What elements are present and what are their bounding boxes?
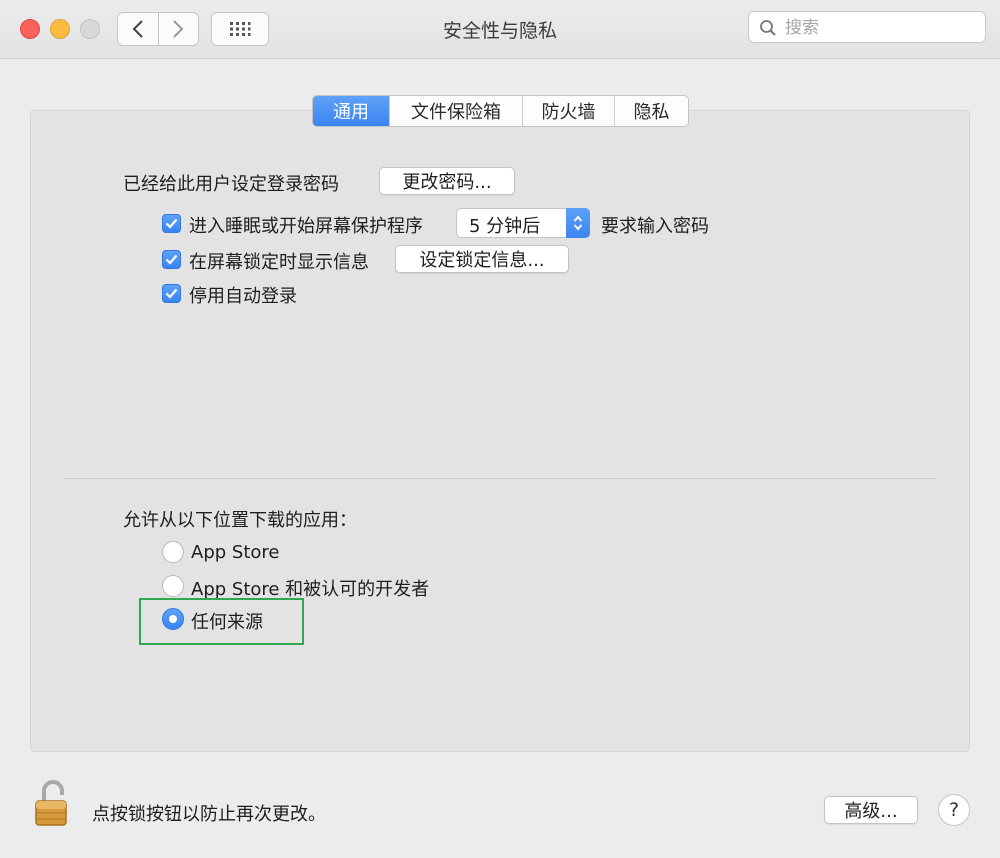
change-password-button[interactable]: 更改密码... xyxy=(379,167,515,195)
highlight-box xyxy=(139,598,304,645)
title-bar: 安全性与隐私 xyxy=(0,0,1000,59)
password-delay-value: 5 分钟后 xyxy=(469,216,541,237)
search-icon xyxy=(760,20,776,36)
close-window-button[interactable] xyxy=(20,19,40,39)
back-button[interactable] xyxy=(118,13,158,45)
downloads-label: 允许从以下位置下载的应用： xyxy=(123,510,357,531)
lock-button[interactable] xyxy=(30,778,80,828)
disable-autologin-checkbox[interactable] xyxy=(162,284,181,303)
show-lock-message-label: 在屏幕锁定时显示信息 xyxy=(189,252,369,273)
tab-firewall[interactable]: 防火墙 xyxy=(522,96,614,126)
minimize-window-button[interactable] xyxy=(50,19,70,39)
grid-icon xyxy=(230,22,251,36)
tab-filevault[interactable]: 文件保险箱 xyxy=(389,96,522,126)
show-all-button[interactable] xyxy=(211,12,269,46)
navigation-buttons xyxy=(117,12,199,46)
chevron-left-icon xyxy=(132,20,143,38)
password-delay-popup[interactable]: 5 分钟后 xyxy=(456,208,590,238)
tab-privacy[interactable]: 隐私 xyxy=(614,96,688,126)
require-password-checkbox[interactable] xyxy=(162,214,181,233)
lock-hint-text: 点按锁按钮以防止再次更改。 xyxy=(92,804,326,825)
tab-bar: 通用 文件保险箱 防火墙 隐私 xyxy=(312,95,689,127)
require-password-label: 进入睡眠或开始屏幕保护程序 xyxy=(189,216,423,237)
zoom-window-button xyxy=(80,19,100,39)
checkmark-icon xyxy=(165,218,178,229)
radio-app-store-label: App Store xyxy=(191,542,280,563)
help-button[interactable]: ? xyxy=(938,794,970,826)
forward-button[interactable] xyxy=(157,13,199,45)
show-lock-message-checkbox[interactable] xyxy=(162,250,181,269)
password-label: 已经给此用户设定登录密码 xyxy=(123,174,339,195)
radio-app-store-identified[interactable] xyxy=(162,575,184,597)
set-lock-message-button[interactable]: 设定锁定信息... xyxy=(395,245,569,273)
content-panel xyxy=(30,110,970,752)
tab-general[interactable]: 通用 xyxy=(313,96,389,126)
unlocked-padlock-icon xyxy=(35,780,67,826)
disable-autologin-label: 停用自动登录 xyxy=(189,286,297,307)
search-input[interactable] xyxy=(783,16,983,40)
checkmark-icon xyxy=(165,254,178,265)
popup-arrows-icon xyxy=(566,208,590,238)
chevron-right-icon xyxy=(173,20,184,38)
require-password-suffix: 要求输入密码 xyxy=(601,216,709,237)
checkmark-icon xyxy=(165,288,178,299)
advanced-button[interactable]: 高级... xyxy=(824,796,918,824)
section-divider xyxy=(64,478,936,479)
radio-app-store[interactable] xyxy=(162,541,184,563)
search-field[interactable] xyxy=(748,11,986,43)
